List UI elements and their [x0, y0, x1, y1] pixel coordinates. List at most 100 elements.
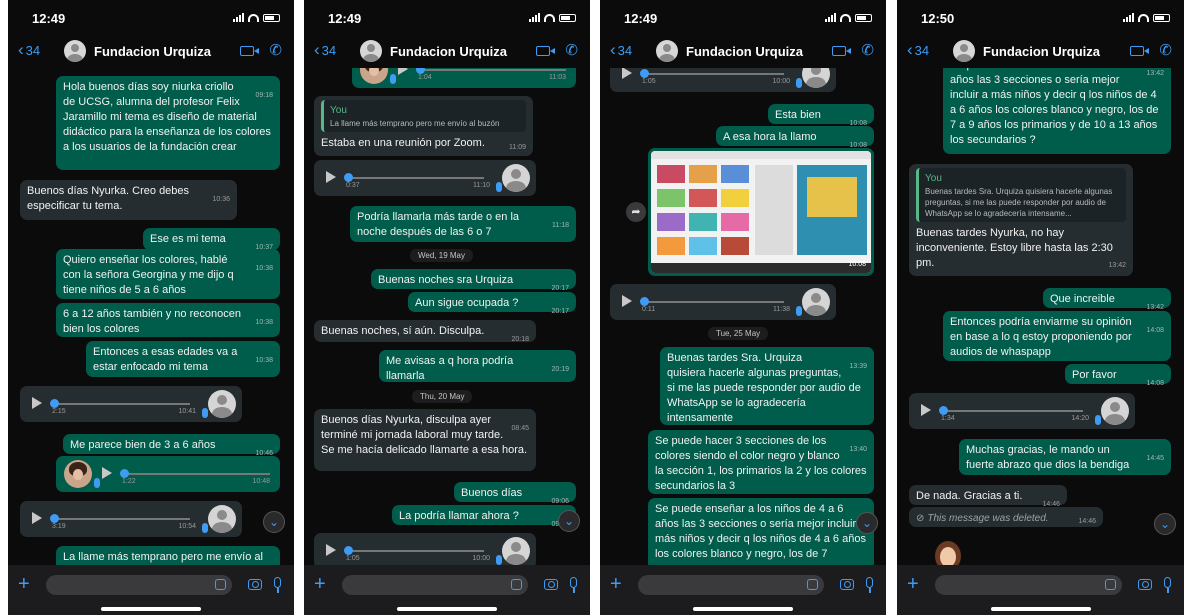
- message-bubble[interactable]: 09:18 Hola buenos días soy niurka criollo…: [56, 76, 280, 170]
- image-preview[interactable]: [651, 151, 871, 273]
- audio-progress-bar[interactable]: [52, 403, 190, 405]
- contact-name[interactable]: Fundacion Urquiza: [983, 44, 1100, 59]
- sticker-message[interactable]: [927, 535, 967, 565]
- voice-message[interactable]: 2:15 10:41: [20, 386, 242, 422]
- message-bubble-reply[interactable]: You La llame más temprano pero me envío …: [314, 96, 533, 156]
- voice-message[interactable]: 3:19 10:54: [20, 501, 242, 537]
- audio-progress-bar[interactable]: [418, 69, 566, 71]
- contact-name[interactable]: Fundacion Urquiza: [94, 44, 211, 59]
- message-bubble[interactable]: 09:06 Buenos días: [454, 482, 576, 505]
- audio-progress-bar[interactable]: [52, 518, 190, 520]
- audio-progress-bar[interactable]: [346, 550, 484, 552]
- voice-message[interactable]: 1:05 10:00: [314, 533, 536, 565]
- contact-avatar[interactable]: [953, 40, 975, 62]
- message-bubble[interactable]: Se puede enseñar a los niños de 4 a 6 añ…: [648, 498, 874, 565]
- message-bubble[interactable]: 09:06La podría llamar ahora ?: [392, 505, 576, 528]
- scroll-down-button[interactable]: ⌄: [558, 510, 580, 532]
- message-bubble[interactable]: 10:38 Quiero enseñar los colores, hablé c…: [56, 249, 280, 299]
- message-bubble[interactable]: 14:45 Muchas gracias, le mando un fuerte …: [959, 439, 1171, 475]
- voice-record-icon[interactable]: [866, 577, 873, 593]
- voice-message[interactable]: 1:22 10:48: [56, 456, 280, 492]
- back-button[interactable]: ‹ 34: [18, 40, 40, 60]
- message-bubble[interactable]: 14:46 De nada. Gracias a ti.: [909, 485, 1067, 508]
- scroll-down-button[interactable]: ⌄: [856, 512, 878, 534]
- sticker-icon[interactable]: [807, 579, 818, 590]
- message-bubble[interactable]: 20:17 Aun sigue ocupada ?: [408, 292, 576, 315]
- contact-avatar[interactable]: [360, 40, 382, 62]
- phone-call-icon[interactable]: ✆: [861, 41, 874, 59]
- message-bubble[interactable]: 20:18 Buenas noches, sí aún. Disculpa.: [314, 320, 536, 343]
- phone-call-icon[interactable]: ✆: [565, 41, 578, 59]
- forward-icon[interactable]: ➦: [626, 202, 646, 222]
- play-icon[interactable]: [326, 544, 336, 556]
- message-list[interactable]: 09:18 Hola buenos días soy niurka criollo…: [8, 68, 294, 565]
- contact-name[interactable]: Fundacion Urquiza: [686, 44, 803, 59]
- voice-message[interactable]: 0:11 11:38: [610, 284, 836, 320]
- voice-message[interactable]: 1:34 14:20: [909, 393, 1135, 429]
- contact-name[interactable]: Fundacion Urquiza: [390, 44, 507, 59]
- phone-call-icon[interactable]: ✆: [1159, 41, 1172, 59]
- message-bubble[interactable]: 13:40 Se puede hacer 3 secciones de los c…: [648, 430, 874, 494]
- message-bubble[interactable]: 10:08 A esa hora la llamo: [716, 126, 874, 149]
- message-list[interactable]: 1:04 11:03 You La llame más temprano pero…: [304, 68, 590, 565]
- play-icon[interactable]: [622, 68, 632, 79]
- voice-message[interactable]: 1:05 10:00: [610, 68, 836, 92]
- video-call-icon[interactable]: [1130, 46, 1149, 56]
- play-icon[interactable]: [32, 397, 42, 409]
- scroll-down-button[interactable]: ⌄: [1154, 513, 1176, 535]
- voice-record-icon[interactable]: [1164, 577, 1171, 593]
- camera-icon[interactable]: [840, 579, 854, 590]
- voice-record-icon[interactable]: [570, 577, 577, 593]
- message-bubble[interactable]: 10:08 Esta bien: [768, 104, 874, 127]
- audio-progress-bar[interactable]: [941, 410, 1083, 412]
- message-list[interactable]: 13:42Se puede enseñar a los niños de 4 a…: [897, 68, 1184, 565]
- image-message[interactable]: 10:08: [648, 148, 874, 276]
- deleted-message[interactable]: 14:46 ⊘ This message was deleted.: [909, 507, 1103, 527]
- message-bubble-reply[interactable]: You Buenas tardes Sra. Urquiza quisiera …: [909, 164, 1133, 276]
- message-input[interactable]: [46, 575, 232, 595]
- video-call-icon[interactable]: [240, 46, 259, 56]
- message-input[interactable]: [935, 575, 1122, 595]
- camera-icon[interactable]: [248, 579, 262, 590]
- contact-avatar[interactable]: [656, 40, 678, 62]
- attach-plus-icon[interactable]: +: [610, 574, 622, 594]
- play-icon[interactable]: [32, 512, 42, 524]
- voice-message[interactable]: 1:04 11:03: [352, 68, 576, 88]
- message-bubble[interactable]: 10:37 Ese es mi tema: [143, 228, 280, 251]
- message-bubble[interactable]: La llame más temprano pero me envío al: [56, 546, 280, 565]
- play-icon[interactable]: [921, 404, 931, 416]
- scroll-down-button[interactable]: ⌄: [263, 511, 285, 533]
- message-bubble[interactable]: 08:45 Buenos días Nyurka, disculpa ayer t…: [314, 409, 536, 471]
- audio-progress-bar[interactable]: [642, 73, 784, 75]
- play-icon[interactable]: [326, 171, 336, 183]
- message-bubble[interactable]: 10:46 Me parece bien de 3 a 6 años: [63, 434, 280, 457]
- attach-plus-icon[interactable]: +: [18, 574, 30, 594]
- play-icon[interactable]: [102, 467, 112, 479]
- sticker-icon[interactable]: [1105, 579, 1116, 590]
- message-bubble[interactable]: 20:19 Me avisas a q hora podría llamarla: [379, 350, 576, 382]
- attach-plus-icon[interactable]: +: [314, 574, 326, 594]
- phone-call-icon[interactable]: ✆: [269, 41, 282, 59]
- message-bubble[interactable]: 14:08 Por favor: [1065, 364, 1171, 387]
- message-bubble[interactable]: 10:38 6 a 12 años también y no reconocen …: [56, 303, 280, 337]
- audio-progress-bar[interactable]: [122, 473, 270, 475]
- message-list[interactable]: 1:05 10:00 10:08 Esta bien 10:08 A esa hora…: [600, 68, 886, 565]
- voice-record-icon[interactable]: [274, 577, 281, 593]
- back-button[interactable]: ‹ 34: [907, 40, 929, 60]
- back-button[interactable]: ‹ 34: [610, 40, 632, 60]
- message-bubble[interactable]: 13:42 Que increible: [1043, 288, 1171, 311]
- attach-plus-icon[interactable]: +: [907, 574, 919, 594]
- camera-icon[interactable]: [1138, 579, 1152, 590]
- sticker-icon[interactable]: [511, 579, 522, 590]
- message-bubble[interactable]: 20:17 Buenas noches sra Urquiza: [371, 269, 576, 292]
- message-bubble[interactable]: 13:42Se puede enseñar a los niños de 4 a…: [943, 68, 1171, 154]
- back-button[interactable]: ‹ 34: [314, 40, 336, 60]
- message-bubble[interactable]: 10:38 Entonces a esas edades va a estar e…: [86, 341, 280, 377]
- quoted-message[interactable]: You La llame más temprano pero me envío …: [321, 100, 526, 132]
- message-input[interactable]: [342, 575, 528, 595]
- camera-icon[interactable]: [544, 579, 558, 590]
- play-icon[interactable]: [622, 295, 632, 307]
- message-bubble[interactable]: 10:36 Buenos días Nyurka. Creo debes espe…: [20, 180, 237, 220]
- contact-avatar[interactable]: [64, 40, 86, 62]
- message-input[interactable]: [638, 575, 824, 595]
